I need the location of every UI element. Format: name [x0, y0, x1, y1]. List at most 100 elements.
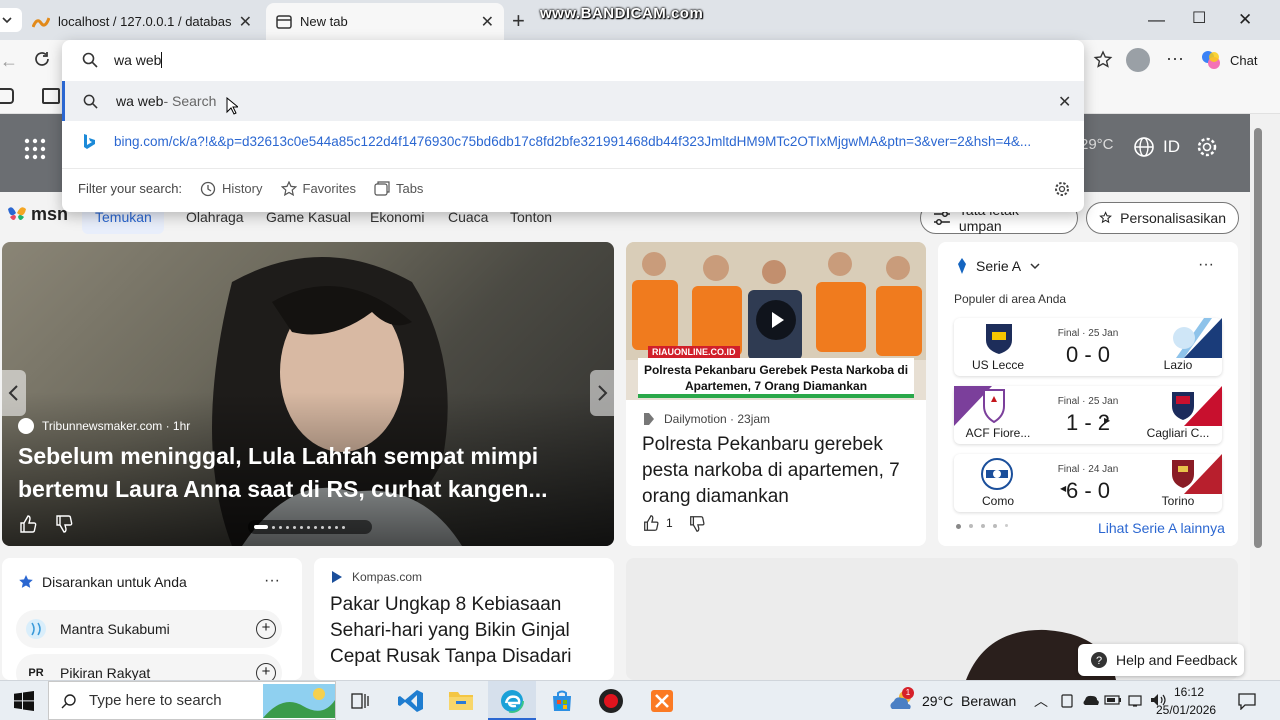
hero-news-card[interactable]: Tribunnewsmaker.com · 1hr Sebelum mening…	[2, 242, 614, 546]
microsoft-store-icon[interactable]	[550, 689, 574, 713]
notification-center-icon[interactable]	[1238, 692, 1256, 710]
weather-badge: 1	[902, 687, 914, 699]
battery-icon[interactable]	[1104, 694, 1122, 706]
suggestion-suffix: - Search	[163, 93, 217, 109]
windows-start-icon[interactable]	[14, 691, 34, 711]
chat-label: Chat	[1230, 52, 1258, 68]
filter-tabs[interactable]: Tabs	[374, 180, 423, 197]
personalize-button[interactable]: Personalisasikan	[1086, 202, 1239, 234]
taskbar-search-box[interactable]: Type here to search	[48, 681, 336, 720]
suggested-header: Disarankan untuk Anda	[18, 574, 187, 590]
match-row[interactable]: ACF Fiore... Final · 25 Jan 1 - 2 ▶ Cagl…	[954, 386, 1222, 444]
favorites-star-icon[interactable]	[1093, 50, 1113, 70]
xampp-icon[interactable]	[650, 689, 674, 713]
minimize-icon[interactable]: —	[1148, 10, 1165, 30]
serie-a-selector[interactable]: Serie A	[956, 258, 1041, 274]
suggestion-url[interactable]: bing.com/ck/a?!&&p=d32613c0e544a85c122d4…	[62, 121, 1084, 161]
maximize-icon[interactable]: ☐	[1192, 8, 1206, 28]
scrollbar-thumb[interactable]	[1254, 128, 1262, 548]
suggested-item-label: Pikiran Rakyat	[60, 665, 151, 680]
profile-avatar[interactable]	[1126, 48, 1150, 72]
video-like-button[interactable]: 1	[642, 514, 673, 532]
search-highlight-image-icon	[263, 684, 335, 718]
apps-grid-icon[interactable]	[24, 138, 46, 160]
tab-new-tab[interactable]: New tab ✕	[266, 3, 504, 40]
msn-logo[interactable]: msn	[6, 204, 68, 225]
new-tab-button[interactable]: +	[512, 8, 525, 34]
vscode-icon[interactable]	[398, 689, 424, 713]
task-view-icon[interactable]	[351, 693, 369, 709]
newtab-page-icon	[276, 14, 292, 29]
address-bar[interactable]: wa web	[62, 40, 1084, 80]
like-icon[interactable]	[18, 514, 38, 534]
clock-date[interactable]: 25/01/2026	[1156, 703, 1216, 717]
address-input[interactable]: wa web	[114, 52, 161, 68]
carousel-prev-button[interactable]	[2, 370, 26, 416]
filter-history[interactable]: History	[200, 181, 263, 197]
tab-localhost[interactable]: localhost / 127.0.0.1 / databasewe ✕	[22, 3, 262, 40]
play-icon[interactable]	[756, 300, 796, 340]
close-window-icon[interactable]: ✕	[1238, 10, 1252, 30]
device-icon[interactable]	[1060, 694, 1074, 708]
taskbar-weather[interactable]: 1	[888, 687, 916, 711]
dislike-icon[interactable]	[54, 514, 74, 534]
hero-headline[interactable]: Sebelum meninggal, Lula Lahfah sempat mi…	[18, 440, 578, 506]
suggested-item-label: Mantra Sukabumi	[60, 621, 170, 637]
carousel-dots[interactable]	[248, 520, 372, 534]
show-hidden-icons-chevron[interactable]: ︿	[1034, 691, 1048, 711]
tribun-logo-icon	[18, 418, 34, 434]
video-headline[interactable]: Polresta Pekanbaru gerebek pesta narkoba…	[642, 432, 914, 510]
settings-gear-icon[interactable]	[1054, 181, 1070, 197]
carousel-next-button[interactable]	[590, 370, 614, 416]
copilot-chat-button[interactable]: Chat	[1200, 49, 1257, 71]
card-more-icon[interactable]: ···	[1198, 256, 1214, 274]
hero-source-text: Tribunnewsmaker.com · 1hr	[42, 419, 191, 433]
match-row[interactable]: US Lecce Final · 25 Jan 0 - 0 Lazio	[954, 318, 1222, 376]
video-source[interactable]: Dailymotion · 23jam	[642, 412, 770, 426]
bandicam-record-icon[interactable]	[598, 688, 624, 714]
file-explorer-icon[interactable]	[448, 689, 474, 711]
edge-taskbar-item[interactable]	[488, 681, 536, 720]
tab-actions-button[interactable]	[0, 8, 22, 32]
collections-icon[interactable]	[42, 88, 60, 104]
hero-source[interactable]: Tribunnewsmaker.com · 1hr	[18, 418, 190, 434]
more-serie-a-link[interactable]: Lihat Serie A lainnya	[1098, 520, 1225, 536]
refresh-icon[interactable]	[33, 50, 51, 68]
close-tab-icon[interactable]: ✕	[239, 12, 252, 32]
wifi-network-icon[interactable]	[1128, 693, 1144, 707]
more-menu-icon[interactable]: ···	[1166, 48, 1184, 69]
back-icon[interactable]: ←	[0, 51, 18, 72]
torino-crest-icon	[1172, 454, 1222, 494]
language-selector[interactable]: ID	[1133, 136, 1180, 158]
sidebar-collapse-icon[interactable]	[0, 88, 14, 104]
suggestion-search[interactable]: wa web - Search ✕	[62, 81, 1084, 121]
serie-a-pager-dots[interactable]	[956, 524, 1008, 529]
question-icon: ?	[1091, 652, 1107, 668]
kompas-news-card[interactable]: Kompas.com Pakar Ungkap 8 Kebiasaan Seha…	[314, 558, 614, 680]
settings-gear-icon[interactable]	[1196, 136, 1218, 158]
clock-time[interactable]: 16:12	[1174, 685, 1204, 699]
match-row[interactable]: Como Final · 24 Jan ◀ 6 - 0 Torino	[954, 454, 1222, 512]
filter-favorites[interactable]: Favorites	[280, 180, 356, 197]
kompas-source[interactable]: Kompas.com	[330, 570, 422, 584]
suggested-item[interactable]: Mantra Sukabumi +	[16, 610, 282, 648]
suggested-item[interactable]: PR Pikiran Rakyat +	[16, 654, 282, 680]
video-thumbnail[interactable]: RIAUONLINE.CO.ID Polresta Pekanbaru Gere…	[626, 242, 926, 400]
match-status: Final · 25 Jan	[1057, 328, 1119, 339]
video-news-card[interactable]: RIAUONLINE.CO.ID Polresta Pekanbaru Gere…	[626, 242, 926, 546]
weather-temp[interactable]: 29°C	[1080, 136, 1114, 153]
card-more-icon[interactable]: ···	[264, 572, 280, 590]
language-label: ID	[1163, 137, 1180, 156]
kompas-headline[interactable]: Pakar Ungkap 8 Kebiasaan Sehari-hari yan…	[330, 592, 602, 670]
away-team: Torino	[1161, 494, 1195, 508]
help-feedback-button[interactable]: ? Help and Feedback	[1078, 644, 1244, 676]
taskbar-weather-text[interactable]: 29°C Berawan	[922, 693, 1016, 709]
dislike-icon[interactable]	[688, 515, 706, 533]
close-tab-icon[interactable]: ✕	[481, 12, 494, 32]
taskbar-search-placeholder: Type here to search	[89, 692, 222, 709]
winner-arrow-icon: ▶	[1104, 416, 1111, 425]
remove-suggestion-icon[interactable]: ✕	[1058, 92, 1071, 112]
follow-plus-icon[interactable]: +	[256, 619, 276, 639]
cloud-sync-icon[interactable]	[1082, 693, 1100, 707]
follow-plus-icon[interactable]: +	[256, 663, 276, 680]
